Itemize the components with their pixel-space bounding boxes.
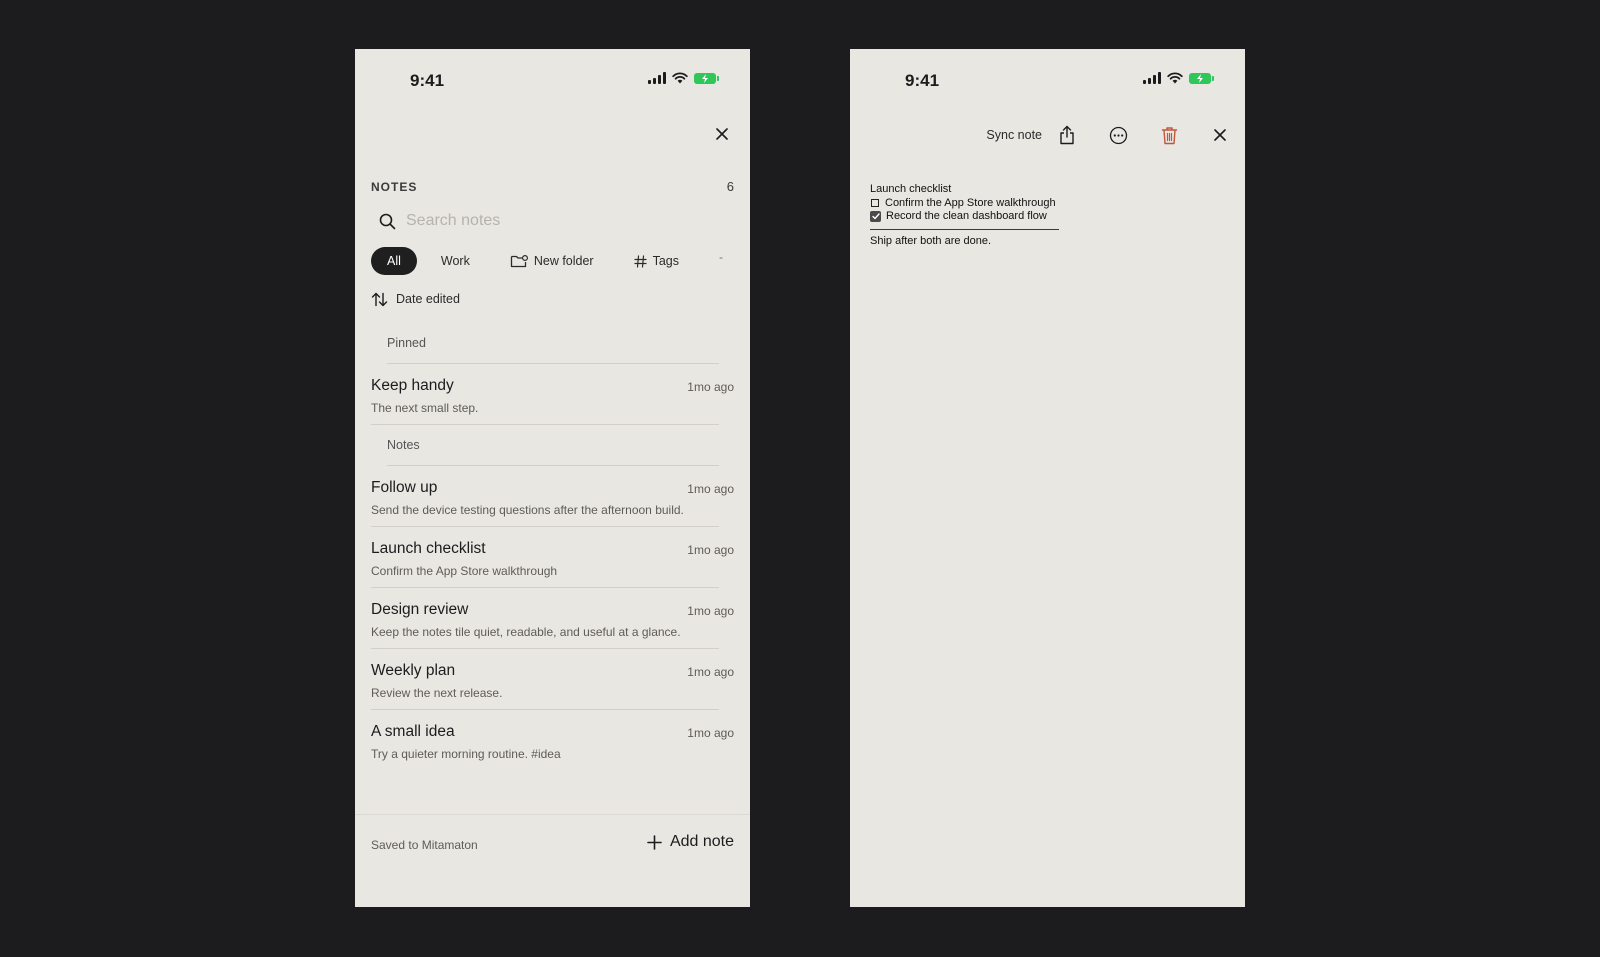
filter-chips: All Work New folder Tags - [371, 247, 740, 275]
note-title: A small idea [371, 723, 455, 740]
close-icon [716, 128, 728, 140]
battery-icon [694, 72, 719, 84]
divider [371, 424, 719, 425]
checklist-item[interactable]: Record the clean dashboard flow [870, 210, 1059, 224]
note-preview: Try a quieter morning routine. #idea [371, 747, 561, 761]
note-preview: The next small step. [371, 401, 479, 415]
note-title: Follow up [371, 479, 438, 496]
document-footer-text: Ship after both are done. [870, 234, 992, 247]
note-title: Weekly plan [371, 662, 456, 679]
status-icons [648, 72, 719, 84]
horizontal-rule [870, 228, 1059, 230]
plus-icon [647, 834, 662, 850]
share-icon [1060, 125, 1074, 145]
notes-list-screen: 9:41 NOTES 6 All Work [355, 49, 750, 907]
checkbox-checked[interactable] [870, 211, 881, 223]
footer-bar: Saved to Mitamaton Add note [355, 814, 750, 907]
add-note-button[interactable]: Add note [647, 833, 734, 851]
note-title: Design review [371, 601, 469, 618]
notes-count: 6 [726, 179, 734, 194]
signal-icon [648, 72, 666, 84]
note-time: 1mo ago [687, 482, 734, 496]
chip-all[interactable]: All [371, 247, 417, 275]
tags-button[interactable]: Tags [633, 254, 679, 268]
more-button[interactable] [1107, 124, 1129, 146]
note-title: Keep handy [371, 377, 454, 394]
list-item[interactable]: Keep handy 1mo ago The next small step. [371, 364, 734, 425]
sort-label: Date edited [396, 292, 460, 306]
save-status: Saved to Mitamaton [371, 838, 478, 852]
note-time: 1mo ago [687, 665, 734, 679]
checkbox-unchecked[interactable] [871, 199, 879, 208]
chip-more-label: - [719, 250, 723, 264]
note-preview: Confirm the App Store walkthrough [371, 564, 558, 578]
tags-label: Tags [652, 254, 679, 268]
note-preview: Send the device testing questions after … [371, 503, 684, 517]
close-icon [1214, 129, 1226, 141]
note-document[interactable]: Launch checklist Confirm the App Store w… [870, 183, 1059, 248]
share-button[interactable] [1056, 124, 1078, 146]
chip-work-label: Work [440, 254, 470, 268]
note-toolbar: Sync note [986, 123, 1231, 147]
wifi-icon [672, 72, 688, 84]
list-item[interactable]: Follow up 1mo ago Send the device testin… [371, 466, 734, 527]
list-item[interactable]: Weekly plan 1mo ago Review the next rele… [371, 649, 734, 710]
sort-icon [371, 292, 388, 306]
trash-icon [1161, 126, 1177, 144]
status-icons [1143, 72, 1214, 84]
search-bar[interactable] [379, 207, 734, 235]
checklist-item-text: Record the clean dashboard flow [886, 210, 1047, 222]
section-pinned: Pinned [387, 323, 719, 364]
list-item[interactable]: Launch checklist 1mo ago Confirm the App… [371, 527, 734, 588]
folder-icon [510, 255, 528, 268]
checkmark-icon [871, 213, 880, 220]
hash-icon [633, 254, 647, 268]
note-time: 1mo ago [687, 380, 734, 394]
delete-button[interactable] [1158, 124, 1180, 146]
checklist-item[interactable]: Confirm the App Store walkthrough [870, 197, 1059, 211]
search-icon [379, 213, 396, 229]
new-folder-button[interactable]: New folder [510, 254, 594, 268]
signal-icon [1143, 72, 1161, 84]
note-preview: Keep the notes tile quiet, readable, and… [371, 625, 681, 639]
chip-more[interactable]: - [719, 250, 723, 264]
close-button[interactable] [711, 123, 733, 145]
notes-list: Pinned Keep handy 1mo ago The next small… [371, 323, 734, 771]
status-time: 9:41 [410, 71, 445, 90]
notes-header: NOTES 6 [371, 179, 734, 194]
wifi-icon [1167, 72, 1183, 84]
chip-all-label: All [387, 254, 401, 268]
new-folder-label: New folder [533, 254, 594, 268]
note-time: 1mo ago [687, 726, 734, 740]
checklist-item-text: Confirm the App Store walkthrough [885, 196, 1056, 209]
list-item[interactable]: Design review 1mo ago Keep the notes til… [371, 588, 734, 649]
notes-heading: NOTES [371, 179, 418, 194]
status-time: 9:41 [905, 71, 940, 90]
sort-button[interactable]: Date edited [371, 289, 460, 309]
note-time: 1mo ago [687, 543, 734, 557]
section-notes: Notes [387, 425, 719, 466]
add-note-label: Add note [669, 833, 734, 850]
search-input[interactable] [406, 212, 686, 230]
note-preview: Review the next release. [371, 686, 503, 700]
chip-work[interactable]: Work [441, 254, 470, 268]
document-title: Launch checklist [870, 183, 952, 195]
more-icon [1109, 126, 1127, 144]
battery-icon [1189, 72, 1214, 84]
note-title: Launch checklist [371, 540, 486, 557]
note-detail-screen: 9:41 Sync note Launch checklist Confirm … [850, 49, 1245, 907]
list-item[interactable]: A small idea 1mo ago Try a quieter morni… [371, 710, 734, 771]
sync-note-button[interactable]: Sync note [986, 128, 1042, 142]
close-button[interactable] [1209, 124, 1231, 146]
note-time: 1mo ago [687, 604, 734, 618]
